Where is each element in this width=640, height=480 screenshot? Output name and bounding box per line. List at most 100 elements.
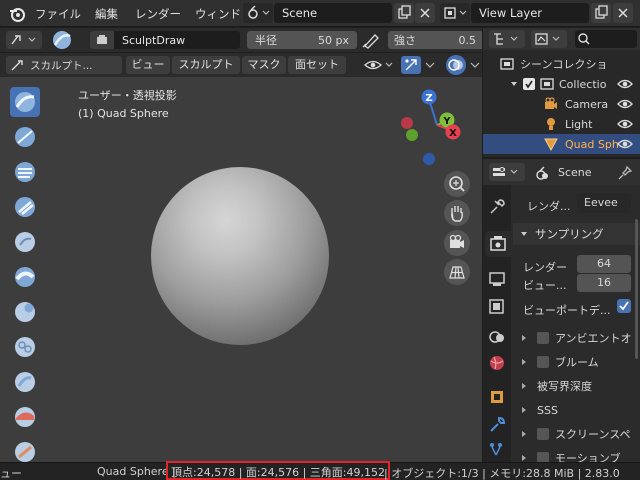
new-scene-icon[interactable] bbox=[394, 3, 414, 23]
visibility-eye-icon[interactable] bbox=[617, 118, 633, 130]
tool-clay[interactable] bbox=[10, 157, 40, 187]
sss-panel[interactable]: SSS bbox=[513, 399, 640, 421]
visibility-eye-icon[interactable] bbox=[617, 98, 633, 110]
tool-fill[interactable] bbox=[10, 437, 40, 462]
radius-value: 50 px bbox=[318, 33, 349, 47]
viewport-samples-field[interactable]: 16 bbox=[577, 274, 631, 292]
strength-label: 強さ bbox=[394, 34, 416, 47]
delete-scene-icon[interactable] bbox=[415, 3, 435, 23]
status-object-name: Quad Sphere | bbox=[97, 465, 176, 478]
visibility-dropdown[interactable] bbox=[362, 56, 398, 74]
pan-hand-icon[interactable] bbox=[444, 200, 470, 226]
modifier-wrench-icon[interactable] bbox=[485, 413, 509, 437]
tool-settings-header: SculptDraw 半径 50 px 強さ 0.5 bbox=[0, 28, 482, 52]
screen-space-reflections-panel[interactable]: スクリーンスペ bbox=[513, 423, 640, 445]
particles-tab-icon[interactable] bbox=[485, 437, 509, 461]
outliner-header bbox=[483, 28, 640, 50]
menu-render[interactable]: レンダー bbox=[135, 6, 181, 22]
menu-view[interactable]: ビュー bbox=[126, 56, 170, 74]
viewport-denoise-checkbox[interactable] bbox=[617, 299, 631, 313]
pen-pressure-icon[interactable] bbox=[360, 31, 382, 49]
tool-crease[interactable] bbox=[10, 332, 40, 362]
visibility-eye-icon[interactable] bbox=[617, 138, 633, 150]
ambient-occlusion-checkbox[interactable] bbox=[537, 332, 549, 344]
tool-smooth[interactable] bbox=[10, 367, 40, 397]
brush-browse-icon[interactable] bbox=[90, 31, 114, 49]
scene-name-field[interactable]: Scene bbox=[274, 3, 392, 23]
gizmo-dropdown[interactable] bbox=[422, 56, 438, 74]
scene-collection-label: シーンコレクショ bbox=[520, 58, 608, 71]
radius-label: 半径 bbox=[255, 34, 277, 47]
collapsed-chevron-icon bbox=[522, 455, 526, 461]
tool-flatten[interactable] bbox=[10, 402, 40, 432]
quad-sphere-mesh[interactable] bbox=[151, 167, 329, 345]
delete-view-layer-icon[interactable] bbox=[613, 3, 633, 23]
depth-of-field-panel[interactable]: 被写界深度 bbox=[513, 375, 640, 397]
viewport-header: スカルプト... ビュー スカルプト マスク 面セット bbox=[0, 53, 482, 77]
outliner-row-quad-sphere[interactable]: Quad Sph bbox=[483, 134, 640, 154]
ambient-occlusion-panel[interactable]: アンビエントオ bbox=[513, 327, 640, 349]
display-mode-dropdown[interactable] bbox=[531, 30, 567, 48]
menu-face-sets[interactable]: 面セット bbox=[288, 56, 346, 74]
motion-blur-panel[interactable]: モーションブ bbox=[513, 447, 640, 462]
menu-sculpt[interactable]: スカルプト bbox=[172, 56, 240, 74]
view-layer-tab-icon[interactable] bbox=[485, 295, 509, 319]
render-engine-select[interactable]: Eevee bbox=[577, 193, 631, 213]
zoom-icon[interactable] bbox=[444, 171, 470, 197]
menu-edit[interactable]: 編集 bbox=[95, 6, 118, 22]
properties-scrollbar[interactable] bbox=[635, 219, 638, 359]
outliner-editor-type[interactable] bbox=[489, 30, 525, 48]
tool-draw-sharp[interactable] bbox=[10, 122, 40, 152]
blender-logo-icon[interactable] bbox=[8, 5, 26, 23]
overlay-toggle-icon[interactable] bbox=[446, 55, 466, 75]
bloom-checkbox[interactable] bbox=[537, 356, 549, 368]
collection-checkbox[interactable] bbox=[523, 78, 535, 90]
sampling-panel-header[interactable]: サンプリング bbox=[513, 223, 640, 245]
visibility-eye-icon[interactable] bbox=[617, 78, 633, 90]
view-layer-browse-button[interactable] bbox=[440, 3, 470, 23]
radius-slider[interactable]: 半径 50 px bbox=[247, 31, 357, 49]
tool-tab-icon[interactable] bbox=[485, 195, 509, 219]
scene-browse-button[interactable] bbox=[243, 3, 273, 23]
render-tab-icon[interactable] bbox=[485, 231, 511, 257]
menu-window[interactable]: ウィンド bbox=[195, 6, 241, 22]
3d-viewport[interactable]: ユーザー・透視投影 (1) Quad Sphere Z Y X bbox=[0, 77, 482, 462]
pin-icon[interactable] bbox=[617, 165, 633, 181]
outliner-search-input[interactable] bbox=[575, 30, 637, 48]
top-bar: ファイル 編集 レンダー ウィンド Scene View Layer bbox=[0, 0, 640, 27]
output-tab-icon[interactable] bbox=[485, 267, 509, 291]
menu-file[interactable]: ファイル bbox=[35, 6, 81, 22]
tool-draw[interactable] bbox=[10, 87, 40, 117]
mode-selector[interactable]: スカルプト... bbox=[6, 56, 122, 74]
new-view-layer-icon[interactable] bbox=[591, 3, 611, 23]
strength-slider[interactable]: 強さ 0.5 bbox=[388, 31, 482, 49]
scene-tab-icon[interactable] bbox=[485, 323, 509, 347]
view-layer-field[interactable]: View Layer bbox=[471, 3, 589, 23]
motion-blur-checkbox[interactable] bbox=[537, 452, 549, 462]
outliner-row-light[interactable]: Light bbox=[483, 114, 640, 134]
world-tab-icon[interactable] bbox=[485, 351, 509, 375]
outliner-row-camera[interactable]: Camera bbox=[483, 94, 640, 114]
object-tab-icon[interactable] bbox=[485, 385, 509, 409]
scene-collection-row[interactable]: シーンコレクショ bbox=[499, 54, 607, 74]
outliner-row-collection[interactable]: Collectio bbox=[483, 74, 640, 94]
tool-settings-dropdown[interactable] bbox=[6, 31, 42, 49]
brush-preview-icon[interactable] bbox=[50, 29, 74, 51]
tool-inflate[interactable] bbox=[10, 262, 40, 292]
expand-chevron-icon[interactable] bbox=[509, 79, 519, 89]
tool-clay-strips[interactable] bbox=[10, 192, 40, 222]
tool-blob[interactable] bbox=[10, 297, 40, 327]
bloom-panel[interactable]: ブルーム bbox=[513, 351, 640, 373]
overlay-dropdown[interactable] bbox=[467, 56, 482, 74]
render-samples-field[interactable]: 64 bbox=[577, 255, 631, 273]
camera-view-icon[interactable] bbox=[444, 230, 470, 256]
light-label: Light bbox=[565, 117, 593, 131]
brush-name-field[interactable]: SculptDraw bbox=[90, 31, 240, 49]
gizmo-toggle-icon[interactable] bbox=[401, 56, 421, 74]
screen-space-reflections-checkbox[interactable] bbox=[537, 428, 549, 440]
navigation-gizmo[interactable]: Z Y X bbox=[393, 85, 469, 167]
perspective-grid-icon[interactable] bbox=[444, 259, 470, 285]
tool-layer[interactable] bbox=[10, 227, 40, 257]
menu-mask[interactable]: マスク bbox=[242, 56, 286, 74]
properties-editor-type[interactable] bbox=[489, 163, 525, 181]
